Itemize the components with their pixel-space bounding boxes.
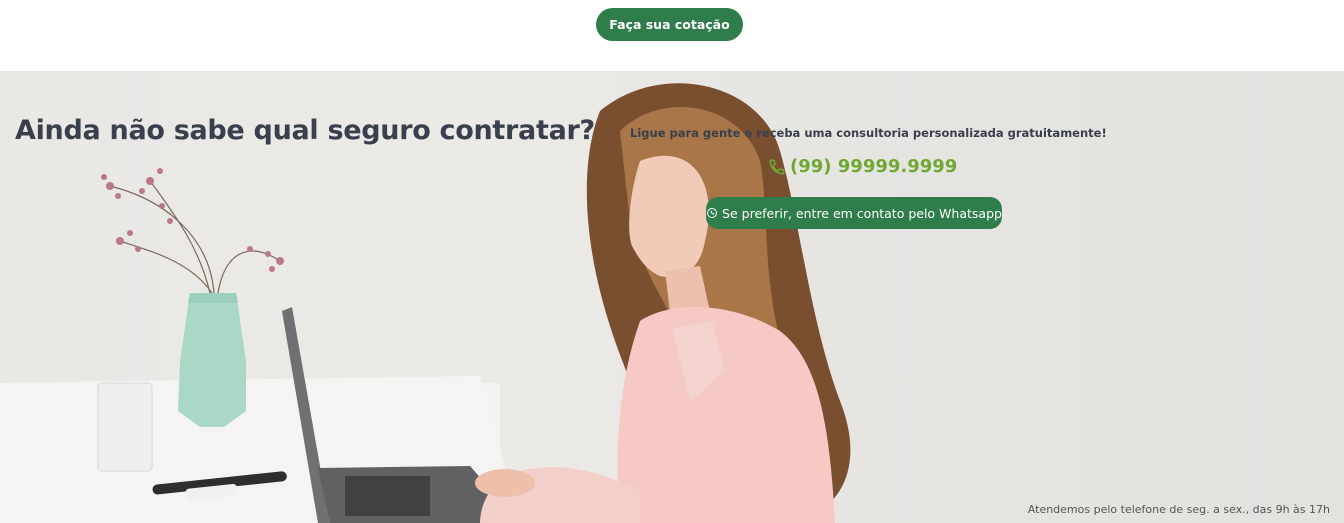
hero-banner: Ainda não sabe qual seguro contratar? Li… [0, 71, 1344, 523]
phone-icon [769, 159, 785, 175]
whatsapp-button-label: Se preferir, entre em contato pelo Whats… [722, 205, 1002, 221]
whatsapp-icon [707, 208, 718, 218]
quote-button[interactable]: Faça sua cotação [596, 8, 743, 41]
consultation-text: Ligue para gente e receba uma consultori… [630, 126, 1107, 140]
phone-number: (99) 99999.9999 [790, 156, 958, 177]
top-bar: Faça sua cotação [0, 0, 1344, 71]
phone-link[interactable]: (99) 99999.9999 [768, 156, 957, 177]
page-title: Ainda não sabe qual seguro contratar? [15, 115, 595, 146]
whatsapp-button[interactable]: Se preferir, entre em contato pelo Whats… [706, 197, 1002, 229]
service-hours: Atendemos pelo telefone de seg. a sex., … [1027, 503, 1330, 516]
